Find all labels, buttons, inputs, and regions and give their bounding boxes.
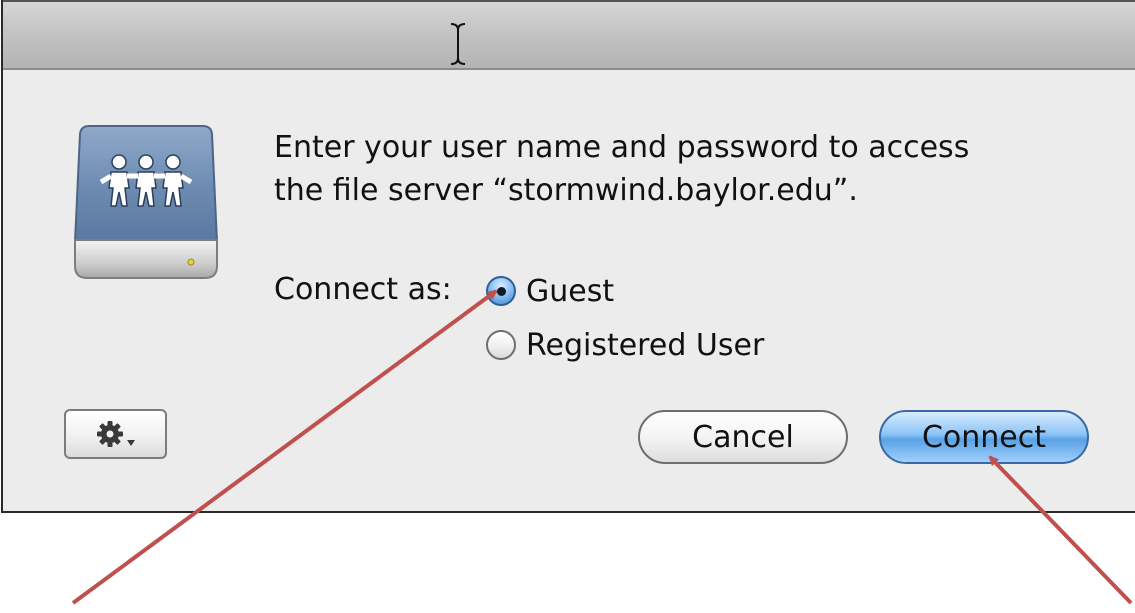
connect-button[interactable]: Connect — [879, 410, 1089, 464]
screenshot-stage: Enter your user name and password to acc… — [0, 0, 1135, 613]
message-line-1: Enter your user name and password to acc… — [274, 130, 970, 165]
guest-radio-button[interactable] — [486, 276, 516, 306]
guest-radio-label[interactable]: Guest — [526, 274, 614, 309]
registered-user-radio-button[interactable] — [486, 330, 516, 360]
message-line-2: the file server “stormwind.baylor.edu”. — [274, 173, 858, 208]
action-menu-button[interactable] — [64, 409, 167, 459]
registered-user-radio-option[interactable]: Registered User — [486, 325, 764, 365]
registered-user-radio-label[interactable]: Registered User — [526, 328, 764, 363]
dialog-message: Enter your user name and password to acc… — [274, 126, 1074, 212]
connect-to-server-dialog: Enter your user name and password to acc… — [1, 0, 1135, 513]
guest-radio-option[interactable]: Guest — [486, 271, 614, 311]
text-cursor-icon — [450, 23, 466, 65]
cancel-button[interactable]: Cancel — [638, 410, 848, 464]
connect-as-label: Connect as: — [274, 272, 452, 307]
window-titlebar[interactable] — [3, 0, 1135, 70]
gear-icon — [96, 421, 135, 447]
shared-file-server-icon — [73, 125, 219, 279]
